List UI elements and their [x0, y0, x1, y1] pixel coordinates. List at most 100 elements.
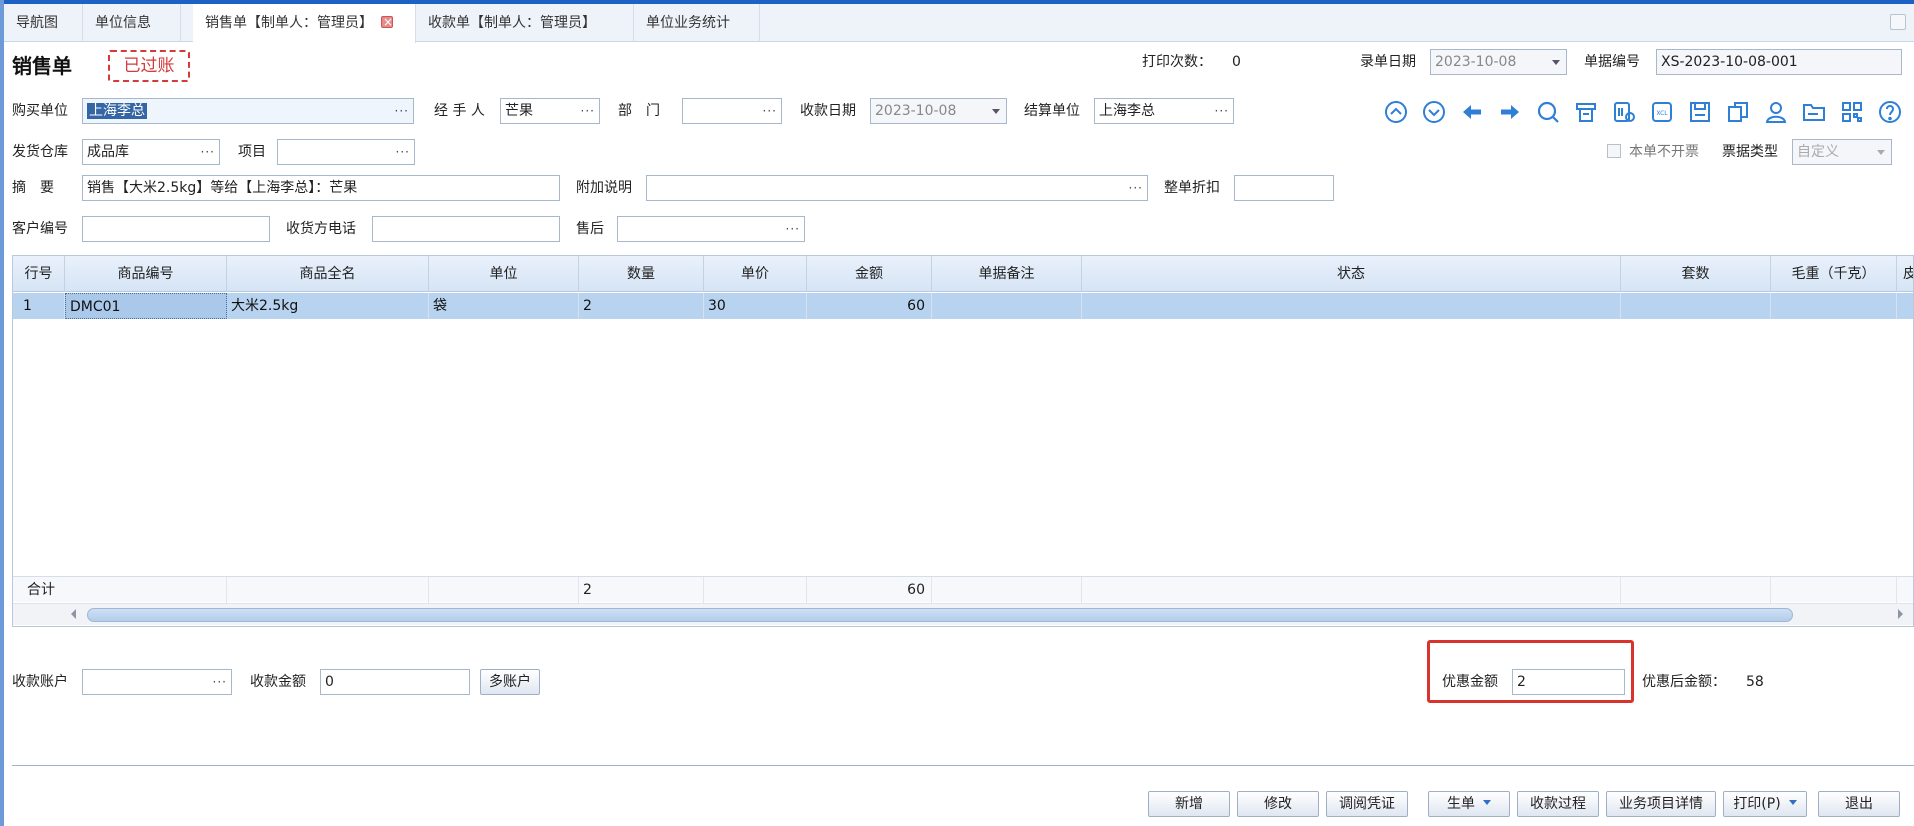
tab-navigation-map[interactable]: 导航图	[4, 4, 83, 42]
cell-unit-price[interactable]: 30	[704, 293, 807, 319]
horizontal-scrollbar[interactable]	[13, 603, 1913, 625]
cell-remark[interactable]	[932, 293, 1082, 319]
project-field[interactable]: ···	[277, 139, 415, 165]
col-header-status[interactable]: 状态	[1082, 256, 1621, 292]
col-header-product-name[interactable]: 商品全名	[227, 256, 429, 292]
ellipsis-icon[interactable]: ···	[1215, 99, 1229, 123]
grid-header: 行号 商品编号 商品全名 单位 数量 单价 金额 单据备注 状态 套数 毛重（千…	[13, 256, 1913, 292]
col-header-amount[interactable]: 金额	[807, 256, 932, 292]
generate-order-button[interactable]: 生单	[1428, 791, 1510, 817]
settle-unit-field[interactable]: 上海李总 ···	[1094, 98, 1234, 124]
customer-no-field[interactable]	[82, 216, 270, 242]
cell-amount[interactable]: 60	[807, 293, 932, 319]
cell-gross-weight[interactable]	[1771, 293, 1897, 319]
invoice-type-select[interactable]: 自定义	[1792, 139, 1892, 165]
dropdown-arrow-icon[interactable]	[992, 109, 1000, 114]
receipt-process-button[interactable]: 收款过程	[1517, 791, 1599, 817]
arrow-right-icon[interactable]	[1498, 100, 1522, 124]
entry-date-value: 2023-10-08	[1435, 54, 1517, 70]
search-icon[interactable]	[1536, 100, 1560, 124]
cell-unit[interactable]: 袋	[429, 293, 579, 319]
cell-row-no: 1	[13, 293, 65, 319]
exit-button[interactable]: 退出	[1818, 791, 1900, 817]
scroll-right-icon[interactable]	[1898, 609, 1903, 619]
arrow-left-icon[interactable]	[1460, 100, 1484, 124]
discount-amount-label: 优惠金额	[1442, 674, 1498, 690]
dept-field[interactable]: ···	[682, 98, 782, 124]
cell-product-code[interactable]: DMC01	[65, 293, 227, 319]
handler-field[interactable]: 芒果 ···	[500, 98, 600, 124]
help-icon[interactable]	[1878, 100, 1902, 124]
table-row[interactable]: 1 DMC01 大米2.5kg 袋 2 30 60	[13, 293, 1913, 319]
summary-field[interactable]: 销售【大米2.5kg】等给【上海李总】：芒果	[82, 175, 560, 201]
ellipsis-icon[interactable]: ···	[581, 99, 595, 123]
arrow-up-circle-icon[interactable]	[1384, 100, 1408, 124]
totals-empty	[1771, 577, 1897, 603]
project-detail-button[interactable]: 业务项目详情	[1606, 791, 1716, 817]
ellipsis-icon[interactable]: ···	[786, 217, 800, 241]
entry-date-field[interactable]: 2023-10-08	[1430, 49, 1567, 75]
ellipsis-icon[interactable]: ···	[395, 99, 409, 123]
after-sale-field[interactable]: ···	[617, 216, 805, 242]
barcode-setting-icon[interactable]	[1612, 100, 1636, 124]
discount-amount-value: 2	[1517, 674, 1526, 690]
edit-button[interactable]: 修改	[1237, 791, 1319, 817]
col-header-tare[interactable]: 皮	[1897, 256, 1913, 292]
cell-tare[interactable]	[1897, 293, 1913, 319]
window-restore-icon[interactable]	[1890, 14, 1906, 30]
buyer-field[interactable]: 上海李总 ···	[82, 98, 414, 124]
print-button[interactable]: 打印(P)	[1723, 791, 1807, 817]
save-icon[interactable]	[1688, 100, 1712, 124]
excel-icon[interactable]: XCL	[1650, 100, 1674, 124]
close-tab-icon[interactable]	[381, 12, 393, 32]
cell-sets[interactable]	[1621, 293, 1771, 319]
ellipsis-icon[interactable]: ···	[763, 99, 777, 123]
discount-field[interactable]	[1234, 175, 1334, 201]
tab-label: 单位业务统计	[646, 15, 730, 31]
printer-icon[interactable]	[1574, 100, 1598, 124]
folder-icon[interactable]	[1802, 100, 1826, 124]
col-header-product-code[interactable]: 商品编号	[65, 256, 227, 292]
account-field[interactable]: ···	[82, 669, 232, 695]
col-header-sets[interactable]: 套数	[1621, 256, 1771, 292]
items-grid[interactable]: 行号 商品编号 商品全名 单位 数量 单价 金额 单据备注 状态 套数 毛重（千…	[12, 255, 1914, 627]
multi-account-button[interactable]: 多账户	[480, 669, 540, 695]
ellipsis-icon[interactable]: ···	[396, 140, 410, 164]
ellipsis-icon[interactable]: ···	[201, 140, 215, 164]
view-voucher-button[interactable]: 调阅凭证	[1326, 791, 1408, 817]
ellipsis-icon[interactable]: ···	[213, 670, 227, 694]
scroll-left-icon[interactable]	[71, 609, 76, 619]
ellipsis-icon[interactable]: ···	[1129, 176, 1143, 200]
person-icon[interactable]	[1764, 100, 1788, 124]
tab-label: 导航图	[16, 15, 58, 31]
col-header-unit-price[interactable]: 单价	[704, 256, 807, 292]
cell-quantity[interactable]: 2	[579, 293, 704, 319]
tab-unit-stats[interactable]: 单位业务统计	[634, 4, 760, 42]
col-header-gross-weight[interactable]: 毛重（千克）	[1771, 256, 1897, 292]
receiver-phone-field[interactable]	[372, 216, 560, 242]
discount-amount-field[interactable]: 2	[1512, 669, 1625, 695]
receipt-amount-field[interactable]: 0	[320, 669, 470, 695]
tab-receipt[interactable]: 收款单【制单人：管理员】	[416, 4, 634, 42]
tab-sales-order[interactable]: 销售单【制单人：管理员】	[193, 4, 416, 43]
receipt-date-field[interactable]: 2023-10-08	[870, 98, 1007, 124]
no-invoice-checkbox[interactable]	[1607, 144, 1621, 158]
invoice-type-value: 自定义	[1797, 144, 1839, 160]
col-header-remark[interactable]: 单据备注	[932, 256, 1082, 292]
arrow-down-circle-icon[interactable]	[1422, 100, 1446, 124]
dropdown-arrow-icon[interactable]	[1552, 60, 1560, 65]
document-export-icon[interactable]	[1726, 100, 1750, 124]
col-header-unit[interactable]: 单位	[429, 256, 579, 292]
col-header-quantity[interactable]: 数量	[579, 256, 704, 292]
cell-product-name[interactable]: 大米2.5kg	[227, 293, 429, 319]
col-header-row-no[interactable]: 行号	[13, 256, 65, 292]
dropdown-arrow-icon[interactable]	[1877, 150, 1885, 155]
qrcode-icon[interactable]	[1840, 100, 1864, 124]
remark-field[interactable]: ···	[646, 175, 1148, 201]
tab-unit-info[interactable]: 单位信息	[83, 4, 181, 42]
warehouse-field[interactable]: 成品库 ···	[82, 139, 220, 165]
doc-no-field[interactable]: XS-2023-10-08-001	[1656, 49, 1902, 75]
new-button[interactable]: 新增	[1148, 791, 1230, 817]
cell-status[interactable]	[1082, 293, 1621, 319]
scrollbar-thumb[interactable]	[87, 608, 1793, 622]
